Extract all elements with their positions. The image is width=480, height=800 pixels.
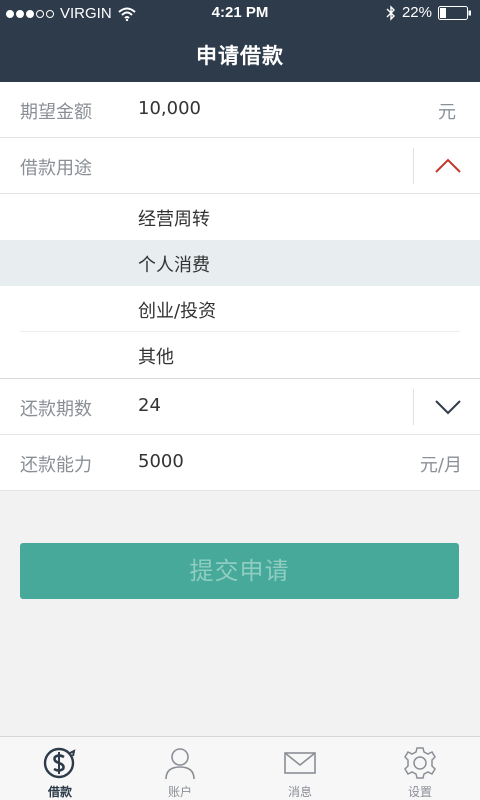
status-right: 22% (386, 4, 472, 21)
tab-settings[interactable]: 设置 (360, 737, 480, 800)
ability-input[interactable]: 5000 (138, 451, 184, 472)
term-value: 24 (138, 395, 161, 416)
tab-loan-label: 借款 (47, 785, 72, 799)
tab-messages[interactable]: 消息 (240, 737, 360, 800)
battery-percent: 22% (401, 4, 432, 21)
bluetooth-icon (386, 4, 395, 21)
app-header: VIRGIN 4:21 PM 22% 申请借款 (0, 0, 480, 82)
ability-label: 还款能力 (20, 455, 92, 476)
purpose-option[interactable]: 创业/投资 (0, 286, 480, 332)
chevron-down-icon[interactable] (432, 395, 464, 419)
purpose-option-label: 创业/投资 (138, 301, 217, 322)
term-label: 还款期数 (20, 399, 92, 420)
mail-icon (284, 752, 316, 774)
ability-unit: 元/月 (419, 455, 462, 476)
tab-account-label: 账户 (167, 785, 192, 799)
tab-bar: 借款 账户 消息 设置 (0, 736, 480, 800)
purpose-option[interactable]: 个人消费 (0, 240, 480, 286)
tab-account[interactable]: 账户 (120, 737, 240, 800)
user-icon (165, 748, 195, 780)
amount-input[interactable]: 10,000 (138, 98, 201, 119)
ability-row[interactable]: 还款能力 5000 元/月 (0, 435, 480, 491)
term-row[interactable]: 还款期数 24 (0, 379, 480, 435)
tab-settings-label: 设置 (407, 785, 432, 799)
purpose-options: 经营周转个人消费创业/投资其他 (0, 194, 480, 379)
loan-form: 期望金额 10,000 元 借款用途 经营周转个人消费创业/投资其他 还款期数 … (0, 82, 480, 491)
purpose-option-label: 经营周转 (138, 209, 210, 230)
term-divider (413, 389, 414, 425)
tab-messages-label: 消息 (287, 785, 312, 799)
purpose-divider (413, 148, 414, 184)
purpose-option-label: 其他 (138, 347, 174, 368)
amount-row[interactable]: 期望金额 10,000 元 (0, 82, 480, 138)
page-title: 申请借款 (196, 44, 284, 68)
purpose-option[interactable]: 其他 (0, 332, 480, 378)
purpose-row[interactable]: 借款用途 (0, 138, 480, 194)
purpose-option[interactable]: 经营周转 (0, 194, 480, 240)
gear-icon (404, 747, 436, 779)
status-bar: VIRGIN 4:21 PM 22% (0, 0, 480, 28)
submit-button[interactable]: 提交申请 (20, 543, 459, 599)
amount-unit: 元 (438, 102, 456, 123)
purpose-label: 借款用途 (20, 158, 92, 179)
tab-loan[interactable]: 借款 (0, 737, 120, 800)
chevron-up-icon[interactable] (432, 154, 464, 178)
battery-icon (438, 5, 471, 20)
amount-label: 期望金额 (20, 102, 92, 123)
loan-icon (43, 747, 76, 779)
purpose-option-label: 个人消费 (138, 255, 210, 276)
